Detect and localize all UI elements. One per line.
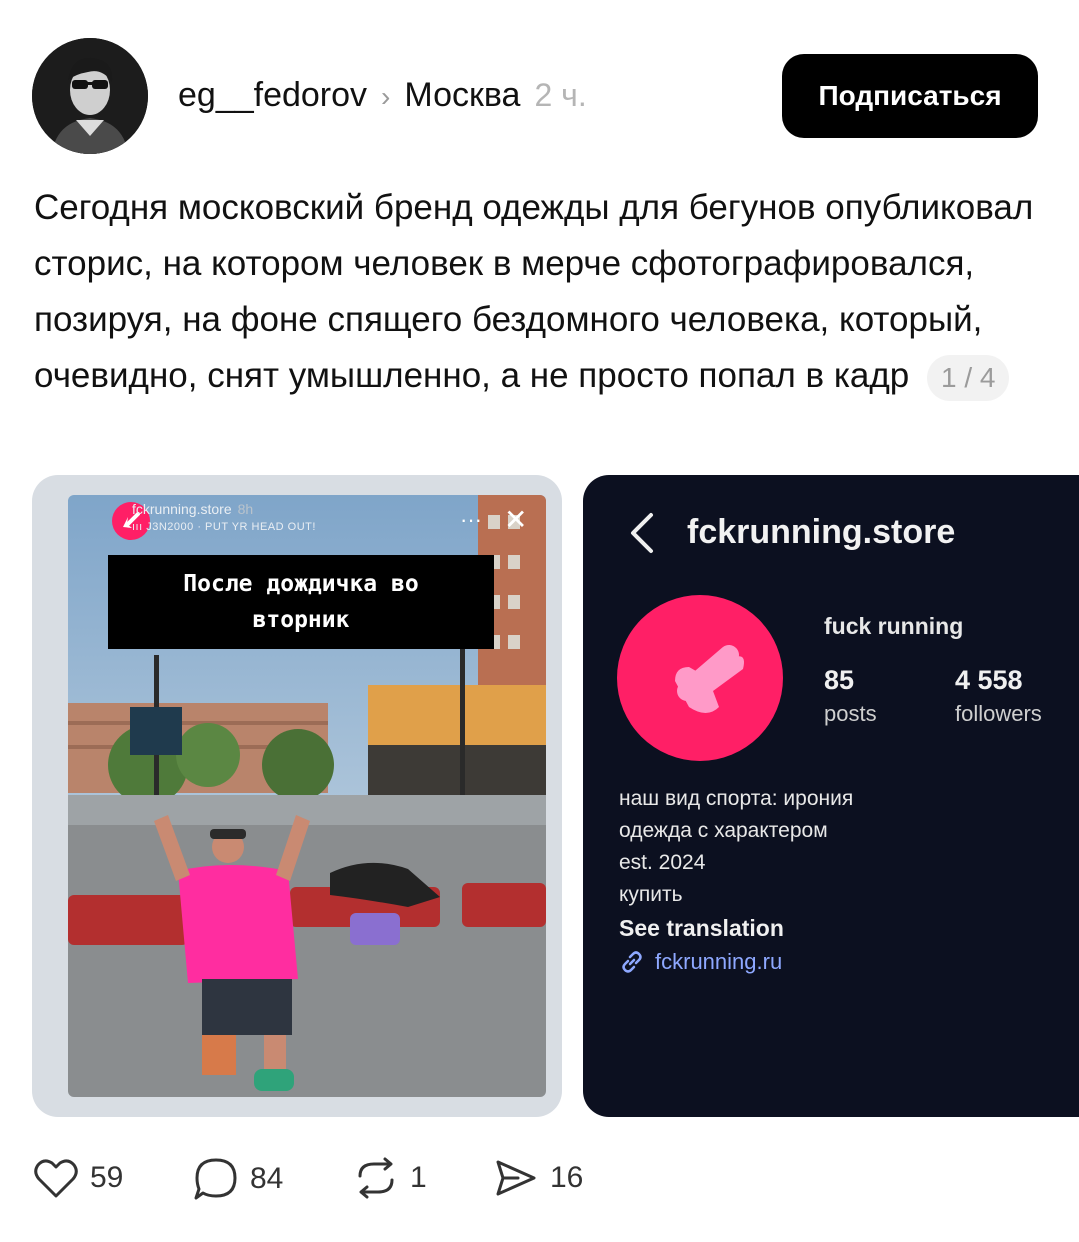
posts-count[interactable]: 85 (824, 665, 854, 696)
post-text-block: Сегодня московский бренд одежды для бегу… (34, 180, 1034, 404)
more-dots-icon[interactable]: ··· (460, 507, 482, 533)
action-bar: 59 84 1 16 (32, 1156, 652, 1208)
repost-button[interactable]: 1 (352, 1156, 427, 1200)
close-icon[interactable]: ✕ (504, 503, 527, 536)
share-button[interactable]: 16 (492, 1156, 583, 1200)
shares-count: 16 (550, 1161, 584, 1194)
profile-name: fuck running (824, 613, 964, 639)
profile-handle: fckrunning.store (687, 513, 956, 551)
post-meta: eg__fedorov › Москва 2 ч. (178, 76, 587, 115)
profile-link-text[interactable]: fckrunning.ru (655, 949, 782, 975)
likes-count: 59 (90, 1161, 124, 1194)
story-caption-line1: После дождичка во (183, 571, 419, 597)
post-time: 2 ч. (534, 77, 587, 113)
post-text: Сегодня московский бренд одежды для бегу… (34, 188, 1034, 395)
profile-bio-line: наш вид спорта: ирония (619, 787, 854, 810)
chevron-right-icon: › (381, 81, 391, 112)
profile-bio-line: одежда с характером (619, 819, 828, 842)
story-account[interactable]: fckrunning.store 8h (132, 501, 253, 517)
heart-icon (34, 1159, 78, 1198)
story-music[interactable]: ııı J3N2000 · PUT YR HEAD OUT! (132, 521, 316, 533)
see-translation-link[interactable]: See translation (619, 915, 784, 942)
post-location[interactable]: Москва (404, 76, 520, 115)
comments-count: 84 (250, 1162, 284, 1195)
story-caption: После дождичка во вторник (108, 555, 494, 649)
comment-icon (194, 1158, 237, 1200)
post-image-profile[interactable]: fckrunning.store fuck running 85 posts 4… (583, 475, 1079, 1117)
back-arrow-icon[interactable] (627, 511, 657, 555)
repost-icon (358, 1157, 394, 1199)
profile-bio-line: est. 2024 (619, 851, 706, 874)
posts-label[interactable]: posts (824, 701, 877, 727)
post-image-story[interactable]: fckrunning.store 8h ııı J3N2000 · PUT YR … (32, 475, 562, 1117)
subscribe-button[interactable]: Подписаться (782, 54, 1038, 138)
story-account-name[interactable]: fckrunning.store (132, 501, 232, 517)
link-icon (622, 951, 642, 973)
story-time: 8h (237, 501, 254, 517)
followers-label[interactable]: followers (955, 701, 1042, 727)
author-username[interactable]: eg__fedorov (178, 76, 367, 115)
reposts-count: 1 (410, 1161, 427, 1194)
followers-count[interactable]: 4 558 (955, 665, 1023, 696)
send-icon (496, 1160, 536, 1196)
page-counter[interactable]: 1 / 4 (927, 354, 1010, 401)
profile-link[interactable]: fckrunning.ru (619, 949, 782, 975)
comment-button[interactable]: 84 (192, 1156, 283, 1202)
profile-avatar[interactable] (617, 595, 783, 761)
story-caption-line2: вторник (252, 607, 350, 633)
like-button[interactable]: 59 (32, 1156, 123, 1200)
author-avatar[interactable] (32, 38, 148, 154)
post-header: eg__fedorov › Москва 2 ч. Подписаться (32, 38, 1042, 154)
profile-bio-line[interactable]: купить (619, 883, 683, 907)
